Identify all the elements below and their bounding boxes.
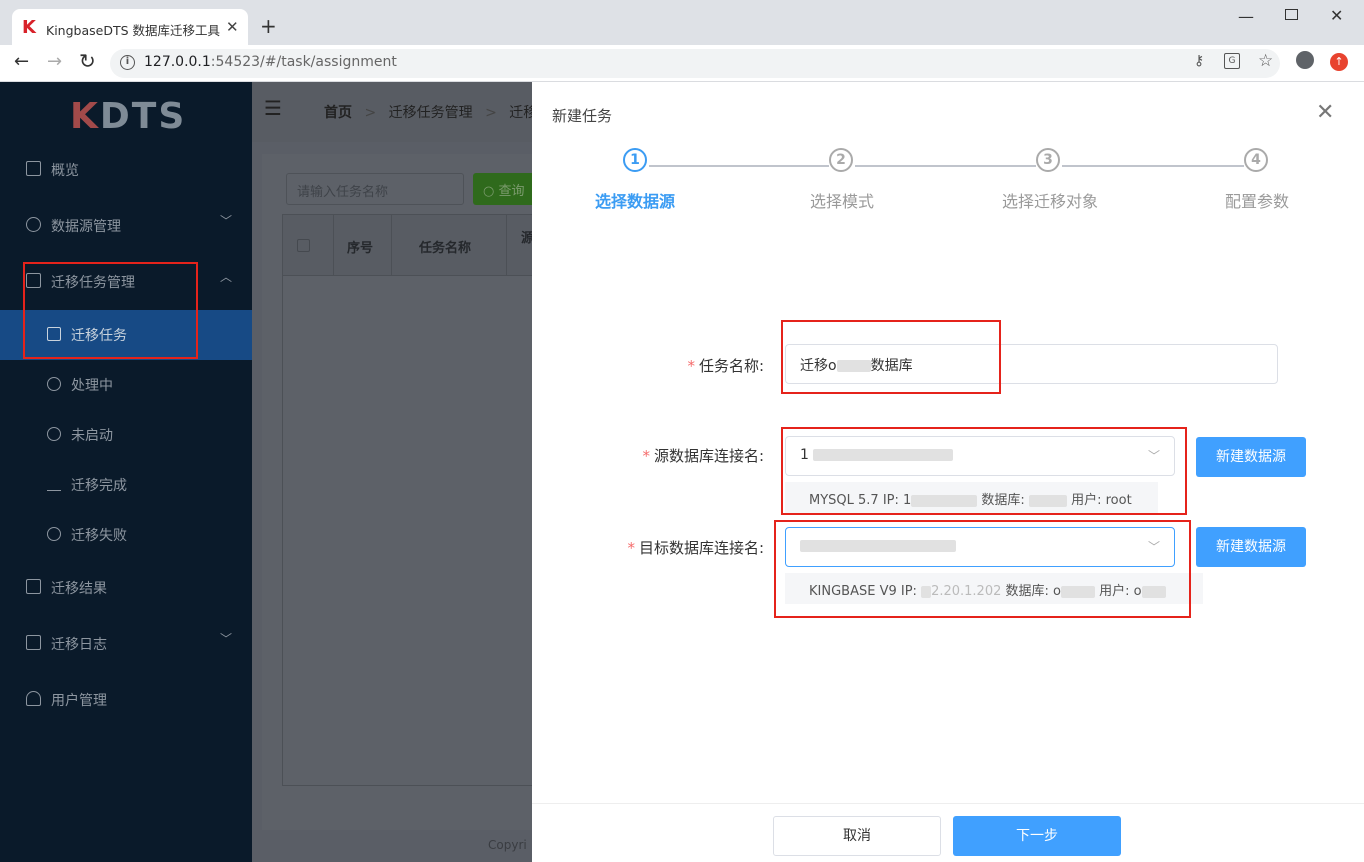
table-header: 序号 任务名称 源 [282,214,542,276]
url-text: 127.0.0.1:54523/#/task/assignment [144,54,397,70]
document-icon [26,635,41,650]
hamburger-icon[interactable]: ☰ [264,96,282,120]
column-header-task-name: 任务名称 [419,241,472,256]
minimize-icon[interactable]: — [1238,7,1254,26]
column-header-index: 序号 [347,241,374,256]
chevron-down-icon: ﹀ [220,214,233,228]
sidebar-item-logs[interactable]: 迁移日志 ﹀ [0,616,252,672]
step-label: 配置参数 [1225,192,1290,211]
step-number: 2 [829,148,853,172]
search-button-label: 查询 [498,184,525,199]
content-panel: 请输入任务名称 ○ 查询 序号 任务名称 源 [262,154,543,830]
step-number: 3 [1036,148,1060,172]
sidebar-subitem-label: 迁移失败 [71,528,127,544]
sidebar-item-label: 概览 [51,163,79,179]
target-connection-label: * 目标数据库连接名: [627,539,764,557]
select-all-checkbox[interactable] [297,239,310,252]
step-connector [1062,165,1244,167]
bookmark-star-icon[interactable]: ☆ [1258,51,1273,71]
kingbase-logo-icon: K [22,17,36,38]
main-header: ☰ 首页 > 迁移任务管理 > 迁移任 [252,82,551,142]
sidebar-subitem-label: 未启动 [71,428,113,444]
checklist-icon [47,477,61,491]
drawer-title: 新建任务 [552,107,613,125]
sidebar-item-datasource[interactable]: 数据源管理 ﹀ [0,198,252,254]
browser-toolbar: ← → ↻ i 127.0.0.1:54523/#/task/assignmen… [0,45,1364,82]
extension-icon[interactable]: ↑ [1330,53,1348,71]
highlight-box-task-name [781,320,1001,394]
search-input[interactable]: 请输入任务名称 [286,173,464,205]
breadcrumb-task-management[interactable]: 迁移任务管理 [389,105,473,121]
step-number: 1 [623,148,647,172]
sidebar-subitem-failed[interactable]: 迁移失败 [0,510,252,560]
sidebar-item-overview[interactable]: 概览 [0,142,252,198]
chevron-down-icon: ﹀ [220,632,233,646]
sidebar: KDTS 概览 数据源管理 ﹀ 迁移任务管理 ︿ 迁移任务 处理中 未启动 迁移… [0,82,252,862]
drawer-footer: 取消 下一步 [532,803,1364,862]
step-connector [649,165,829,167]
new-datasource-button-target[interactable]: 新建数据源 [1196,527,1306,567]
source-connection-label: * 源数据库连接名: [642,447,764,465]
browser-tab-bar: K KingbaseDTS 数据库迁移工具 ✕ + — ✕ [0,0,1364,45]
column-divider [333,215,334,275]
highlight-box-target [774,520,1191,618]
sidebar-item-label: 迁移结果 [51,581,107,597]
database-icon [26,217,41,232]
highlight-box-menu [23,262,198,359]
sidebar-subitem-processing[interactable]: 处理中 [0,360,252,410]
play-icon [47,427,61,441]
task-name-label: * 任务名称: [687,357,764,375]
forward-arrow-icon[interactable]: → [47,51,62,72]
copyright-text: Copyri [488,838,527,852]
sidebar-subitem-not-started[interactable]: 未启动 [0,410,252,460]
sidebar-item-label: 迁移日志 [51,637,107,653]
cancel-button[interactable]: 取消 [773,816,941,856]
breadcrumb-home[interactable]: 首页 [324,105,352,121]
back-arrow-icon[interactable]: ← [14,51,29,72]
column-divider [391,215,392,275]
kdts-logo: KDTS [70,96,187,137]
step-number: 4 [1244,148,1268,172]
breadcrumb: 首页 > 迁移任务管理 > 迁移任 [324,105,552,121]
sidebar-item-label: 数据源管理 [51,219,121,235]
tab-close-icon[interactable]: ✕ [226,18,239,36]
new-datasource-button-source[interactable]: 新建数据源 [1196,437,1306,477]
timer-icon [47,377,61,391]
sidebar-item-label: 用户管理 [51,693,107,709]
x-circle-icon [47,527,61,541]
grid-icon [26,161,41,176]
step-label: 选择迁移对象 [1002,192,1099,211]
sidebar-item-users[interactable]: 用户管理 [0,672,252,728]
reload-icon[interactable]: ↻ [79,49,96,73]
table-body [282,276,542,786]
maximize-icon[interactable] [1285,9,1298,20]
new-task-drawer: 新建任务 ✕ 1 选择数据源 2 选择模式 3 选择迁移对象 4 配置参数 * 任… [532,82,1364,862]
step-label: 选择模式 [810,192,875,211]
key-icon[interactable]: ⚷ [1194,53,1204,69]
close-icon[interactable]: ✕ [1316,100,1334,125]
next-step-button[interactable]: 下一步 [953,816,1121,856]
sidebar-subitem-label: 迁移完成 [71,478,127,494]
translate-icon[interactable]: G [1224,53,1240,69]
user-icon [26,691,41,706]
chevron-up-icon: ︿ [220,270,233,284]
new-tab-icon[interactable]: + [260,14,277,38]
info-icon[interactable]: i [120,55,135,70]
folder-check-icon [26,579,41,594]
tab-title: KingbaseDTS 数据库迁移工具 [46,23,220,38]
step-connector [855,165,1036,167]
step-label: 选择数据源 [595,192,676,211]
address-bar[interactable]: i 127.0.0.1:54523/#/task/assignment ⚷ G … [110,49,1280,78]
sidebar-subitem-label: 处理中 [71,378,113,394]
column-divider [506,215,507,275]
sidebar-item-results[interactable]: 迁移结果 [0,560,252,616]
account-icon[interactable] [1296,51,1314,69]
window-close-icon[interactable]: ✕ [1330,6,1343,25]
highlight-box-source [781,427,1187,515]
browser-tab[interactable]: K KingbaseDTS 数据库迁移工具 ✕ [12,9,248,45]
sidebar-subitem-completed[interactable]: 迁移完成 [0,460,252,510]
